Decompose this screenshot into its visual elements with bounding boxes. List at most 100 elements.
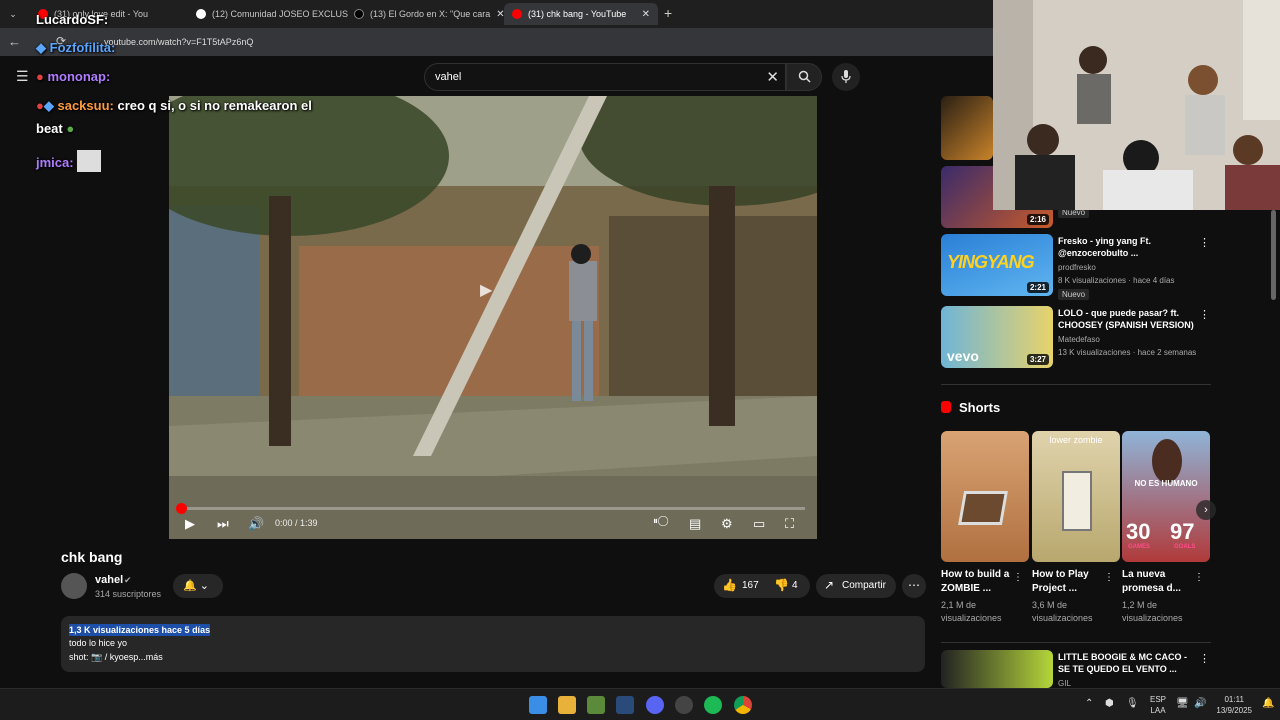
recommendation-item[interactable]: YINGYANG 2:21 Fresko - ying yang Ft. @en… bbox=[941, 234, 1211, 300]
more-options-icon[interactable]: ⋮ bbox=[1199, 308, 1210, 321]
shorts-heading-label: Shorts bbox=[959, 400, 1001, 415]
chevron-down-icon: ⌄ bbox=[199, 580, 209, 592]
theater-mode-icon[interactable]: ▭ bbox=[753, 516, 765, 532]
steam-icon[interactable] bbox=[616, 696, 634, 714]
microphone-icon[interactable]: 🎙 bbox=[1126, 698, 1139, 709]
obs-icon[interactable] bbox=[675, 696, 693, 714]
short-views: 1,2 M de visualizaciones bbox=[1122, 600, 1183, 623]
chrome-icon[interactable] bbox=[734, 696, 752, 714]
tab-label: (12) Comunidad JOSEO EXCLUS bbox=[212, 9, 348, 19]
file-explorer-icon[interactable] bbox=[558, 696, 576, 714]
description-text: todo lo hice yo bbox=[69, 638, 128, 648]
description-text: shot: 📷 / kyoesp...más bbox=[69, 652, 163, 662]
settings-gear-icon[interactable]: ⚙ bbox=[721, 516, 733, 532]
play-overlay-icon[interactable]: ▶ bbox=[480, 280, 504, 308]
fullscreen-icon[interactable]: ⛶ bbox=[785, 516, 794, 532]
clear-search-icon[interactable]: ✕ bbox=[766, 68, 779, 86]
thumbs-up-icon[interactable]: 👍 bbox=[722, 578, 737, 592]
spotify-icon[interactable] bbox=[704, 696, 722, 714]
next-button[interactable]: ⏭ bbox=[217, 516, 229, 532]
close-tab-icon[interactable]: ✕ bbox=[636, 9, 650, 20]
tab-el-gordo[interactable]: (13) El Gordo en X: "Que cara ✕ bbox=[346, 3, 506, 25]
progress-bar[interactable] bbox=[176, 503, 805, 514]
video-title: LOLO - que puede pasar? ft. CHOOSEY (SPA… bbox=[1058, 308, 1194, 330]
tray-chevron-icon[interactable]: ⌃ bbox=[1085, 698, 1093, 709]
like-dislike-group: 👍 167 👎 4 bbox=[714, 574, 810, 598]
search-button[interactable] bbox=[786, 63, 822, 91]
tab-search-icon[interactable]: ⌄ bbox=[4, 5, 22, 23]
thumbnail-overlay-text: NO ES HUMANO bbox=[1134, 479, 1198, 488]
notification-bell-button[interactable]: 🔔 ⌄ bbox=[173, 574, 223, 598]
description-box[interactable]: 1,3 K visualizaciones hace 5 días todo l… bbox=[61, 616, 925, 672]
clock[interactable]: 01:11 13/9/2025 bbox=[1216, 694, 1252, 716]
notification-icon[interactable]: 🔔 bbox=[1262, 698, 1274, 709]
windows-start-icon[interactable] bbox=[529, 696, 547, 714]
recommendation-item[interactable]: LITTLE BOOGIE & MC CACO - SE TE QUEDO EL… bbox=[941, 650, 1211, 688]
tray-icon[interactable]: ⬢ bbox=[1105, 698, 1114, 709]
channel-avatar[interactable] bbox=[61, 573, 87, 599]
language-indicator[interactable]: ESP LAA bbox=[1150, 694, 1166, 716]
back-arrow-icon[interactable]: ← bbox=[8, 34, 21, 49]
more-actions-button[interactable]: ⋯ bbox=[902, 574, 926, 598]
scrubber-handle[interactable] bbox=[176, 503, 187, 514]
shorts-next-button[interactable]: › bbox=[1196, 500, 1216, 520]
volume-icon[interactable]: 🔊 bbox=[1194, 698, 1206, 709]
dislike-icon[interactable]: 👎 bbox=[774, 578, 789, 592]
more-options-icon[interactable]: ⋮ bbox=[1194, 572, 1204, 583]
url-field[interactable]: youtube.com/watch?v=F1T5tAPz6nQ bbox=[104, 37, 253, 47]
stat-number: 30 bbox=[1126, 519, 1151, 544]
video-thumbnail: YINGYANG 2:21 bbox=[941, 234, 1053, 296]
menu-icon[interactable]: ☰ bbox=[16, 68, 29, 85]
short-thumbnail: NO ES HUMANO 30 GAMES 97 GOALS bbox=[1122, 431, 1210, 562]
autoplay-toggle[interactable]: ⏸◯ bbox=[653, 516, 668, 527]
chat-message: ● mononap: bbox=[36, 69, 110, 84]
x-icon bbox=[196, 9, 206, 19]
more-options-icon[interactable]: ⋮ bbox=[1199, 236, 1210, 249]
search-value: vahel bbox=[435, 71, 462, 83]
channel-name[interactable]: vahel bbox=[95, 574, 123, 586]
webcam-overlay bbox=[993, 0, 1280, 210]
more-options-icon[interactable]: ⋮ bbox=[1013, 572, 1023, 583]
dislike-count: 4 bbox=[792, 580, 798, 591]
divider bbox=[941, 384, 1211, 385]
divider bbox=[941, 642, 1211, 643]
more-options-icon[interactable]: ⋮ bbox=[1104, 572, 1114, 583]
chat-badge-icon: ● bbox=[36, 98, 44, 113]
short-item[interactable]: lower zombie How to Play Project ... 3,6… bbox=[1032, 431, 1120, 625]
chat-badge-icon: ● bbox=[36, 69, 44, 84]
recommendation-item[interactable]: vevo 3:27 LOLO - que puede pasar? ft. CH… bbox=[941, 306, 1211, 368]
subtitles-icon[interactable]: ▤ bbox=[689, 516, 701, 532]
short-item[interactable]: How to build a ZOMBIE ... 2,1 M de visua… bbox=[941, 431, 1029, 625]
app-icon[interactable] bbox=[587, 696, 605, 714]
tab-chk-bang[interactable]: (31) chk bang - YouTube ✕ bbox=[504, 3, 658, 25]
video-title: chk bang bbox=[61, 549, 123, 565]
video-player[interactable] bbox=[169, 96, 817, 539]
network-icon[interactable]: 🖥 bbox=[1176, 698, 1189, 709]
chat-badge-icon: ◆ bbox=[43, 98, 54, 113]
play-button[interactable]: ▶ bbox=[185, 516, 195, 532]
thumbnail-overlay-text: lower zombie bbox=[1049, 435, 1103, 445]
tab-comunidad[interactable]: (12) Comunidad JOSEO EXCLUS ✕ bbox=[188, 3, 348, 25]
thumbnail-graphic bbox=[1152, 439, 1182, 483]
search-icon bbox=[798, 70, 811, 83]
video-thumbnail bbox=[941, 96, 993, 160]
taskbar: ⌃ ⬢ 🎙 ESP LAA 🖥 🔊 01:11 13/9/2025 🔔 bbox=[0, 688, 1280, 720]
chat-username: sacksuu: bbox=[57, 98, 114, 113]
close-tab-icon[interactable]: ✕ bbox=[490, 9, 504, 20]
more-options-icon[interactable]: ⋮ bbox=[1199, 652, 1210, 665]
discord-icon[interactable] bbox=[646, 696, 664, 714]
clock-date: 13/9/2025 bbox=[1216, 706, 1252, 715]
share-button[interactable]: ↗ Compartir bbox=[816, 574, 896, 598]
video-thumbnail bbox=[941, 650, 1053, 688]
short-item[interactable]: NO ES HUMANO 30 GAMES 97 GOALS La nueva … bbox=[1122, 431, 1210, 625]
new-badge: Nuevo bbox=[1058, 289, 1090, 300]
scrollbar[interactable] bbox=[1271, 210, 1276, 300]
voice-search-button[interactable] bbox=[832, 63, 860, 91]
stat-number: 97 bbox=[1170, 519, 1195, 544]
short-thumbnail: lower zombie bbox=[1032, 431, 1120, 562]
volume-icon[interactable]: 🔊 bbox=[248, 516, 264, 532]
short-title: How to Play Project ... bbox=[1032, 569, 1089, 594]
search-input[interactable]: vahel ✕ bbox=[424, 63, 786, 91]
new-tab-button[interactable]: + bbox=[664, 5, 672, 21]
chat-message: ●◆ sacksuu: creo q si, o si no remakearo… bbox=[36, 98, 312, 114]
